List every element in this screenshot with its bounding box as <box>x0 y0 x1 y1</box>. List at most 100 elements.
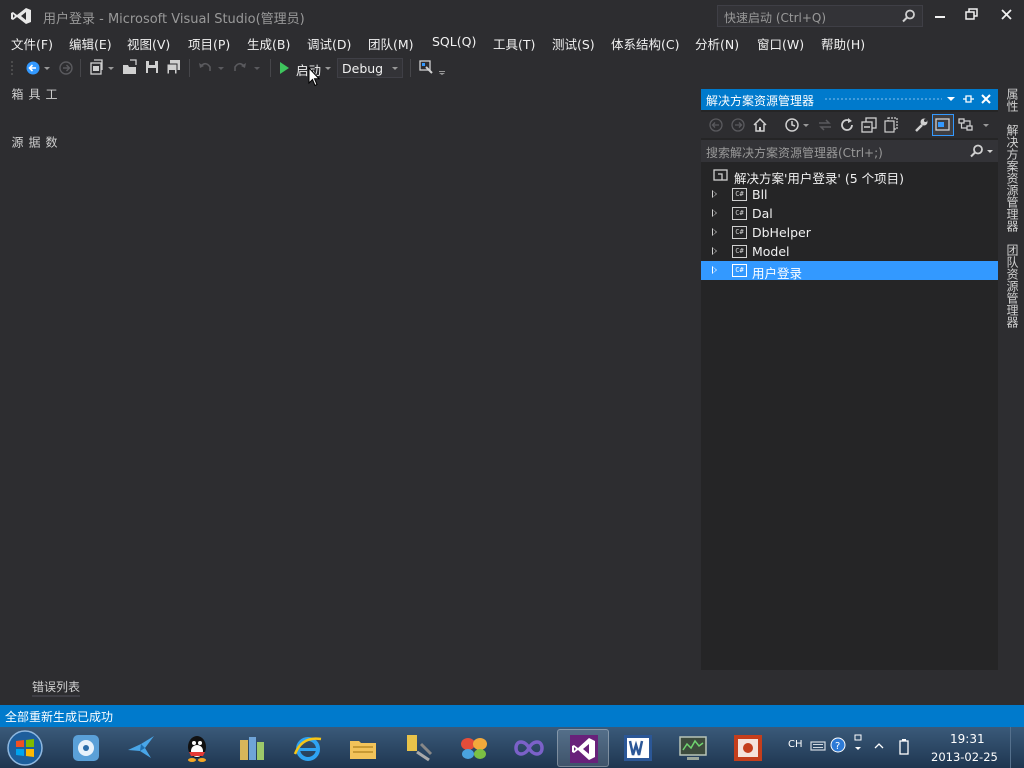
data-sources-tab[interactable]: 数据源 <box>9 136 60 148</box>
menu-build[interactable]: 生成(B) <box>247 34 290 53</box>
taskbar-word[interactable] <box>612 729 664 767</box>
navigate-forward-icon[interactable] <box>57 58 75 76</box>
taskbar-tools[interactable] <box>393 729 445 767</box>
back-dropdown-icon[interactable] <box>42 58 52 76</box>
taskbar-library[interactable] <box>226 729 278 767</box>
play-icon <box>280 62 289 74</box>
menu-architecture[interactable]: 体系结构(C) <box>611 34 679 53</box>
solution-configuration-select[interactable]: Debug <box>337 58 403 78</box>
menu-debug[interactable]: 调试(D) <box>307 34 351 53</box>
open-file-icon[interactable] <box>121 58 139 76</box>
expand-arrow-icon[interactable] <box>712 247 717 255</box>
taskbar-network-app[interactable] <box>667 729 719 767</box>
preview-selected-items-button[interactable] <box>932 114 954 136</box>
explorer-icon <box>350 741 376 759</box>
filter-dropdown-icon[interactable] <box>801 116 811 134</box>
restore-button[interactable] <box>958 4 986 26</box>
standard-toolbar: 启动 Debug <box>0 56 1024 80</box>
expand-arrow-icon[interactable] <box>712 228 717 236</box>
search-options-dropdown-icon[interactable] <box>986 144 994 158</box>
expand-arrow-icon[interactable] <box>712 209 717 217</box>
menu-window[interactable]: 窗口(W) <box>757 34 804 53</box>
menu-file[interactable]: 文件(F) <box>11 34 53 53</box>
sync-with-document-icon[interactable] <box>816 116 834 134</box>
properties-tab[interactable]: 属性 <box>1004 88 1021 112</box>
menu-edit[interactable]: 编辑(E) <box>69 34 112 53</box>
keyboard-icon[interactable] <box>810 739 826 753</box>
taskbar-qq[interactable] <box>171 729 223 767</box>
csharp-project-icon: C# <box>732 264 747 277</box>
butterfly-icon <box>461 738 487 759</box>
pending-changes-filter-icon[interactable] <box>783 116 801 134</box>
title-bar: 用户登录 - Microsoft Visual Studio(管理员) 快速启动… <box>0 0 1024 32</box>
new-project-dropdown-icon[interactable] <box>106 58 116 76</box>
battery-icon[interactable] <box>898 738 910 756</box>
start-dropdown-icon[interactable] <box>323 58 333 76</box>
solution-explorer-panel: 解决方案资源管理器 搜索解决方案资源管理器(Ctrl+;) 解决方案'用户登录'… <box>701 89 998 670</box>
refresh-icon[interactable] <box>838 116 856 134</box>
save-icon[interactable] <box>143 58 161 76</box>
input-language-indicator[interactable]: CH <box>788 739 803 750</box>
taskbar-butterfly-app[interactable] <box>448 729 500 767</box>
taskbar-explorer[interactable] <box>337 729 389 767</box>
ime-options-icon[interactable] <box>852 733 864 759</box>
expand-arrow-icon[interactable] <box>712 266 717 274</box>
menu-sql[interactable]: SQL(Q) <box>432 34 476 49</box>
project-node-dal[interactable]: C# Dal <box>701 204 998 223</box>
back-icon[interactable] <box>707 116 725 134</box>
network-icon <box>679 736 707 760</box>
quick-launch-input[interactable]: 快速启动 (Ctrl+Q) <box>717 5 923 27</box>
class-view-icon[interactable] <box>957 116 975 134</box>
solution-explorer-tab[interactable]: 解决方案资源管理器 <box>1004 124 1021 232</box>
project-node-dbhelper[interactable]: C# DbHelper <box>701 223 998 242</box>
forward-icon[interactable] <box>729 116 747 134</box>
auto-hide-pin-icon[interactable] <box>961 92 975 106</box>
new-project-icon[interactable] <box>87 58 105 76</box>
close-panel-icon[interactable] <box>979 92 993 106</box>
menu-help[interactable]: 帮助(H) <box>821 34 865 53</box>
class-view-dropdown-icon[interactable] <box>981 116 991 134</box>
taskbar-media-player[interactable] <box>60 729 112 767</box>
clock-date[interactable]: 2013-02-25 <box>931 750 998 764</box>
team-explorer-tab[interactable]: 团队资源管理器 <box>1004 244 1021 328</box>
save-all-icon[interactable] <box>165 58 183 76</box>
menu-team[interactable]: 团队(M) <box>368 34 414 53</box>
menu-tools[interactable]: 工具(T) <box>493 34 535 53</box>
taskbar-infinity-app[interactable] <box>503 729 555 767</box>
project-node-model[interactable]: C# Model <box>701 242 998 261</box>
project-node-bll[interactable]: C# Bll <box>701 185 998 204</box>
show-hidden-icons-icon[interactable] <box>874 741 884 751</box>
window-position-dropdown-icon[interactable] <box>944 92 958 106</box>
taskbar-powerpoint[interactable] <box>722 729 774 767</box>
expand-arrow-icon[interactable] <box>712 190 717 198</box>
show-desktop-button[interactable] <box>1010 727 1024 768</box>
home-icon[interactable] <box>751 116 769 134</box>
clock-time[interactable]: 19:31 <box>950 732 985 746</box>
close-button[interactable] <box>993 4 1021 26</box>
menu-view[interactable]: 视图(V) <box>127 34 170 53</box>
properties-wrench-icon[interactable] <box>912 116 930 134</box>
solution-node[interactable]: 解决方案'用户登录' (5 个项目) <box>701 166 998 186</box>
taskbar-visual-studio[interactable] <box>557 729 609 767</box>
windows-start-button[interactable] <box>5 728 45 768</box>
redo-dropdown-icon[interactable] <box>252 58 262 76</box>
menu-project[interactable]: 项目(P) <box>188 34 230 53</box>
solution-explorer-search[interactable]: 搜索解决方案资源管理器(Ctrl+;) <box>701 140 998 162</box>
redo-icon[interactable] <box>231 58 249 76</box>
help-icon[interactable]: ? <box>830 737 846 753</box>
toolbox-tab[interactable]: 工具箱 <box>9 88 60 100</box>
taskbar-bird-app[interactable] <box>115 729 167 767</box>
attach-process-icon[interactable] <box>417 58 435 76</box>
toolbar-options-icon[interactable] <box>437 58 447 76</box>
show-all-files-icon[interactable] <box>882 116 900 134</box>
menu-test[interactable]: 测试(S) <box>552 34 595 53</box>
undo-icon[interactable] <box>196 58 214 76</box>
toolbar-separator <box>410 59 411 77</box>
collapse-all-icon[interactable] <box>860 116 878 134</box>
project-node-user-login[interactable]: C# 用户登录 <box>701 261 998 281</box>
menu-analyze[interactable]: 分析(N) <box>695 34 739 53</box>
taskbar-ie[interactable] <box>282 729 334 767</box>
minimize-button[interactable] <box>926 4 954 26</box>
navigate-back-icon[interactable] <box>24 58 42 76</box>
undo-dropdown-icon[interactable] <box>216 58 226 76</box>
